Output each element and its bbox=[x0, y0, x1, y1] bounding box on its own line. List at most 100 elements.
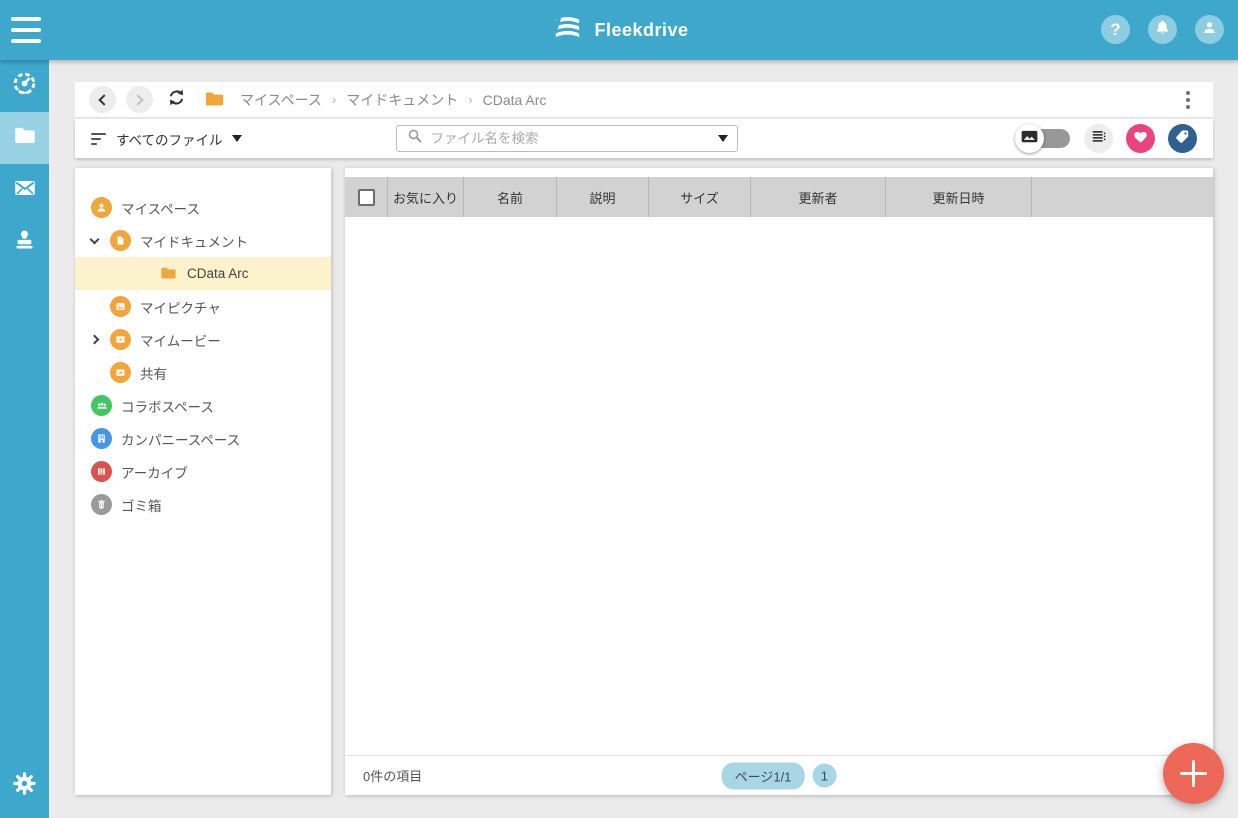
tree-item-label: マイドキュメント bbox=[140, 234, 248, 250]
more-options-button[interactable] bbox=[1177, 89, 1199, 111]
search-box bbox=[395, 125, 738, 152]
refresh-icon bbox=[166, 87, 187, 113]
breadcrumb: マイスペース › マイドキュメント › CData Arc bbox=[240, 90, 546, 110]
folder-icon bbox=[12, 123, 38, 154]
user-space-icon bbox=[91, 197, 112, 218]
trash-icon bbox=[91, 494, 112, 515]
column-header-name[interactable]: 名前 bbox=[464, 177, 557, 217]
file-table-body bbox=[345, 217, 1213, 755]
list-view-icon bbox=[1090, 127, 1108, 150]
thumbnail-icon bbox=[1019, 126, 1040, 152]
left-rail bbox=[0, 60, 49, 818]
tree-item-collab-space[interactable]: コラボスペース bbox=[75, 389, 331, 422]
tree-item-mymovies[interactable]: マイムービー bbox=[75, 323, 331, 356]
tree-item-myspace[interactable]: マイスペース bbox=[75, 191, 331, 224]
breadcrumb-bar: マイスペース › マイドキュメント › CData Arc bbox=[75, 82, 1213, 118]
filter-bar: すべてのファイル bbox=[75, 119, 1213, 158]
tree-item-label: ゴミ箱 bbox=[121, 498, 162, 514]
page-number-button[interactable]: 1 bbox=[812, 763, 837, 788]
column-header-updated-at[interactable]: 更新日時 bbox=[886, 177, 1032, 217]
rail-item-settings[interactable] bbox=[0, 760, 49, 812]
folder-icon bbox=[159, 264, 178, 283]
select-all-cell bbox=[345, 177, 388, 217]
column-header-size[interactable]: サイズ bbox=[649, 177, 751, 217]
tree-item-label: コラボスペース bbox=[121, 399, 214, 415]
column-header-updated-by[interactable]: 更新者 bbox=[751, 177, 886, 217]
tree-item-label: 共有 bbox=[140, 366, 167, 382]
view-controls bbox=[1015, 124, 1197, 153]
favorites-button[interactable] bbox=[1126, 124, 1155, 153]
dashboard-icon bbox=[11, 70, 38, 102]
shared-icon bbox=[110, 362, 131, 383]
heart-icon bbox=[1132, 128, 1149, 150]
topbar: Fleekdrive ? bbox=[0, 0, 1238, 60]
refresh-button[interactable] bbox=[163, 87, 189, 113]
breadcrumb-separator: › bbox=[468, 92, 473, 107]
search-dropdown-icon[interactable] bbox=[717, 135, 728, 142]
file-table-footer: 0件の項目 ページ1/1 1 bbox=[345, 755, 1213, 795]
chevron-right-icon[interactable] bbox=[87, 334, 101, 345]
file-list-panel: お気に入り 名前 説明 サイズ 更新者 更新日時 0件の項目 ページ1/1 1 bbox=[345, 168, 1213, 795]
tree-item-label: マイピクチャ bbox=[140, 300, 221, 316]
topbar-actions: ? bbox=[1101, 15, 1224, 44]
fleekdrive-app: { "topbar": { "brand": "Fleekdrive", "he… bbox=[0, 0, 1238, 818]
help-button[interactable]: ? bbox=[1101, 15, 1130, 44]
file-type-filter[interactable]: すべてのファイル bbox=[91, 129, 242, 149]
menu-icon[interactable] bbox=[11, 17, 41, 43]
tree-item-label: マイムービー bbox=[140, 333, 221, 349]
tree-item-trash[interactable]: ゴミ箱 bbox=[75, 488, 331, 521]
tree-item-cdata-arc[interactable]: CData Arc bbox=[75, 257, 331, 290]
chevron-down-icon bbox=[231, 135, 242, 142]
chevron-down-icon[interactable] bbox=[87, 234, 101, 244]
rail-item-approval[interactable] bbox=[0, 216, 49, 268]
current-folder-icon bbox=[203, 88, 226, 111]
rail-item-mail[interactable] bbox=[0, 164, 49, 216]
chevron-left-icon bbox=[98, 93, 110, 106]
tree-item-mydocuments[interactable]: マイドキュメント bbox=[75, 224, 331, 257]
archive-icon bbox=[91, 461, 112, 482]
list-view-button[interactable] bbox=[1084, 124, 1113, 153]
column-header-favorite[interactable]: お気に入り bbox=[388, 177, 464, 217]
breadcrumb-item-current[interactable]: CData Arc bbox=[483, 92, 547, 108]
tags-button[interactable] bbox=[1168, 124, 1197, 153]
column-header-empty bbox=[1032, 177, 1213, 217]
page-indicator[interactable]: ページ1/1 bbox=[721, 762, 805, 789]
fleekdrive-logo-icon bbox=[549, 11, 585, 50]
item-count: 0件の項目 bbox=[363, 769, 423, 784]
mail-icon bbox=[12, 175, 38, 206]
breadcrumb-item-myspace[interactable]: マイスペース bbox=[240, 90, 322, 110]
tree-item-label: マイスペース bbox=[121, 201, 200, 217]
back-button[interactable] bbox=[89, 86, 116, 113]
collab-space-icon bbox=[91, 395, 112, 416]
bell-icon bbox=[1153, 18, 1172, 42]
company-space-icon bbox=[91, 428, 112, 449]
tree-item-company-space[interactable]: カンパニースペース bbox=[75, 422, 331, 455]
thumbnail-view-toggle[interactable] bbox=[1015, 124, 1071, 153]
breadcrumb-item-mydocuments[interactable]: マイドキュメント bbox=[346, 90, 458, 110]
file-table-header: お気に入り 名前 説明 サイズ 更新者 更新日時 bbox=[345, 177, 1213, 217]
tree-item-label: CData Arc bbox=[187, 266, 249, 281]
select-all-checkbox[interactable] bbox=[357, 188, 375, 206]
search-input[interactable] bbox=[430, 131, 711, 146]
toggle-knob bbox=[1015, 124, 1044, 153]
tree-item-label: アーカイブ bbox=[121, 465, 188, 481]
notifications-button[interactable] bbox=[1148, 15, 1177, 44]
tree-item-shared[interactable]: 共有 bbox=[75, 356, 331, 389]
pictures-icon bbox=[110, 296, 131, 317]
rail-item-dashboard[interactable] bbox=[0, 60, 49, 112]
tree-item-archive[interactable]: アーカイブ bbox=[75, 455, 331, 488]
account-button[interactable] bbox=[1195, 15, 1224, 44]
column-header-description[interactable]: 説明 bbox=[557, 177, 649, 217]
add-button[interactable] bbox=[1163, 743, 1224, 804]
rail-item-files[interactable] bbox=[0, 112, 49, 164]
tree-item-mypictures[interactable]: マイピクチャ bbox=[75, 290, 331, 323]
stamp-icon bbox=[12, 227, 37, 257]
filter-label: すべてのファイル bbox=[116, 132, 223, 148]
tree-item-label: カンパニースペース bbox=[121, 432, 241, 448]
movies-icon bbox=[110, 329, 131, 350]
forward-button[interactable] bbox=[126, 86, 153, 113]
gear-icon bbox=[11, 770, 38, 802]
tag-icon bbox=[1174, 128, 1191, 150]
folder-tree-panel: マイスペース マイドキュメント CData Arc マイピクチャ マイムービー … bbox=[75, 168, 331, 795]
user-icon bbox=[1200, 18, 1219, 42]
